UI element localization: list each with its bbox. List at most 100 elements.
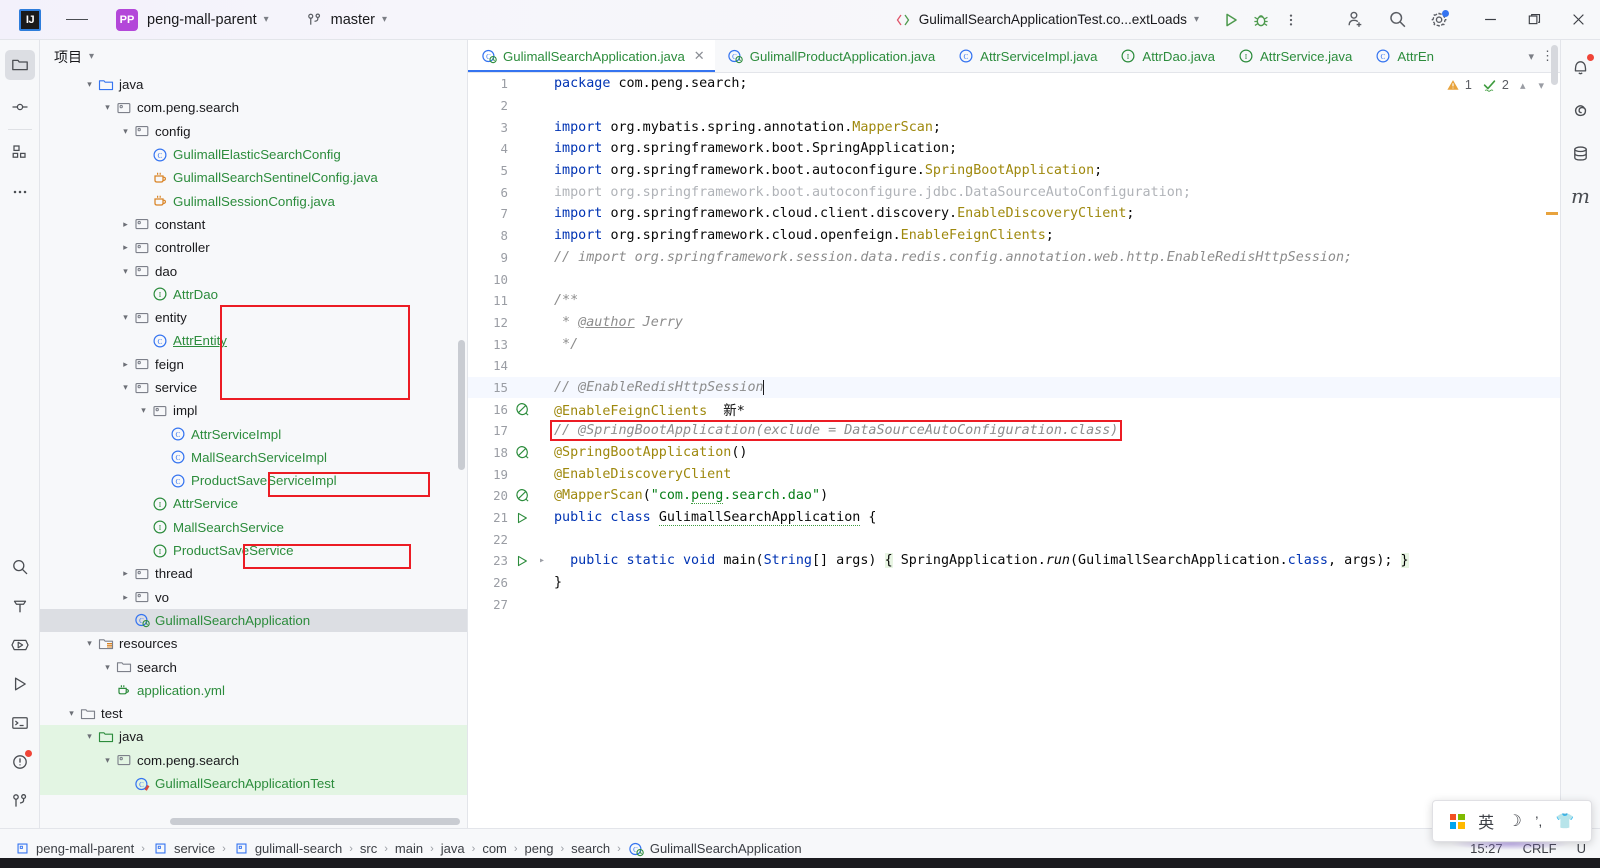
project-tree[interactable]: ▾ java ▾ com.peng.search ▾ config C GulimallEla… [40,73,467,828]
tree-node-controller[interactable]: ▸ controller [40,236,467,259]
chevron-down-icon[interactable]: ▾ [82,79,97,90]
code-line[interactable]: 20 @MapperScan("com.peng.search.dao") [468,485,1560,507]
tree-node-productsaveservice[interactable]: I ProductSaveService [40,539,467,562]
editor-tab-gulimallsearchapplication[interactable]: C GulimallSearchApplication.java ✕ [468,40,715,72]
code-line[interactable]: 16 @EnableFeignClients 新* [468,398,1560,420]
main-menu-button[interactable] [66,9,88,31]
sidebar-item-build[interactable] [5,591,35,621]
code-line[interactable]: 1 package com.peng.search; [468,73,1560,95]
code-line[interactable]: 18 @SpringBootApplication() [468,442,1560,464]
ime-mode-label[interactable]: 英 [1478,809,1494,833]
debug-button[interactable] [1246,6,1276,34]
spring-bean-gutter-icon[interactable] [515,402,530,417]
tree-node-application-yml[interactable]: application.yml [40,679,467,702]
settings-button[interactable] [1424,6,1454,34]
spring-bean-gutter-icon[interactable] [515,445,530,460]
sidebar-item-notifications[interactable] [1566,52,1596,82]
chevron-down-icon[interactable]: ▾ [89,51,94,62]
code-line[interactable]: 21 public class GulimallSearchApplication… [468,507,1560,529]
more-run-options-button[interactable] [1276,6,1306,34]
search-everywhere-button[interactable] [1382,6,1412,34]
sidebar-item-services[interactable] [5,630,35,660]
windows-logo-icon[interactable] [1449,813,1465,829]
tree-node-java[interactable]: ▾ java [40,725,467,749]
code-line[interactable]: 15 // @EnableRedisHttpSession| [468,376,1560,399]
inspections-collapse-icon[interactable]: ▴ [1520,79,1526,92]
breadcrumb-item-peng[interactable]: peng [525,841,554,856]
project-selector[interactable]: PP peng-mall-parent ▾ [110,6,275,34]
tree-node-attrdao[interactable]: I AttrDao [40,283,467,306]
chevron-right-icon[interactable]: ▸ [118,219,133,230]
chevron-down-icon[interactable]: ▾ [64,708,79,719]
editor-marker-warning[interactable] [1546,212,1558,215]
run-gutter-icon[interactable]: ▸ [515,554,545,568]
code-line[interactable]: 6 import org.springframework.boot.autocon… [468,181,1560,203]
chevron-right-icon[interactable]: ▸ [118,242,133,253]
code-line[interactable]: 26} [468,572,1560,594]
project-panel-header[interactable]: 项目 ▾ [40,40,467,73]
tree-node-entity[interactable]: ▾ entity [40,306,467,329]
tree-node-impl[interactable]: ▾ impl [40,399,467,422]
tree-node-dao[interactable]: ▾ dao [40,259,467,282]
code-line[interactable]: 4 import org.springframework.boot.SpringA… [468,138,1560,160]
chevron-right-icon[interactable]: ▸ [118,592,133,603]
run-gutter-icon[interactable] [515,511,529,525]
sidebar-item-find[interactable] [5,552,35,582]
code-line[interactable]: 10 [468,268,1560,290]
close-tab-icon[interactable]: ✕ [694,48,705,64]
tree-node-com-peng-search[interactable]: ▾ com.peng.search [40,748,467,772]
breadcrumb-item-search[interactable]: search [571,841,610,856]
breadcrumb-item-java[interactable]: java [441,841,465,856]
sidebar-item-problems[interactable] [5,747,35,777]
sidebar-item-nacos[interactable] [1566,95,1596,125]
spring-bean-gutter-icon[interactable] [515,488,530,503]
sidebar-item-structure[interactable] [5,137,35,167]
code-line[interactable]: 23 ▸ public static void main(String[] arg… [468,550,1560,572]
tree-node-gulimallelasticsearchconfig[interactable]: C GulimallElasticSearchConfig [40,143,467,166]
tree-node-java[interactable]: ▾ java [40,73,467,96]
editor-tab-attrservice[interactable]: I AttrService.java [1225,40,1362,72]
tree-node-thread[interactable]: ▸ thread [40,562,467,585]
inspections-expand-icon[interactable]: ▾ [1538,79,1544,92]
tree-node-com-peng-search[interactable]: ▾ com.peng.search [40,96,467,119]
sidebar-item-git[interactable] [5,786,35,816]
tree-node-gulimallsearchapplication[interactable]: C GulimallSearchApplication [40,608,467,633]
sidebar-item-project[interactable] [4,50,35,80]
run-button[interactable] [1216,6,1246,34]
ime-punctuation-icon[interactable]: ’, [1535,813,1542,829]
tree-node-vo[interactable]: ▸ vo [40,586,467,609]
tree-node-gulimallsearchapplicationtest[interactable]: C GulimallSearchApplicationTest [40,771,467,796]
tabs-chevron-down-icon[interactable]: ▾ [1521,50,1541,63]
ime-skin-icon[interactable]: 👕 [1556,812,1575,830]
breadcrumb-item-src[interactable]: src [360,841,377,856]
chevron-down-icon[interactable]: ▾ [100,102,115,113]
tree-node-mallsearchservice[interactable]: I MallSearchService [40,516,467,539]
tree-node-service[interactable]: ▾ service [40,376,467,399]
editor-tab-attrserviceimpl[interactable]: C AttrServiceImpl.java [945,40,1107,72]
chevron-down-icon[interactable]: ▾ [118,312,133,323]
code-line[interactable]: 22 [468,528,1560,550]
tree-node-constant[interactable]: ▸ constant [40,213,467,236]
sidebar-item-commit[interactable] [5,92,35,122]
tree-node-gulimallsearchsentinelconfig-java[interactable]: GulimallSearchSentinelConfig.java [40,166,467,189]
maximize-button[interactable] [1512,0,1556,40]
tree-node-attrservice[interactable]: I AttrService [40,492,467,515]
chevron-right-icon[interactable]: ▸ [118,568,133,579]
ime-panel[interactable]: 英 ☽ ’, 👕 [1432,800,1592,842]
breadcrumb-item-peng-mall-parent[interactable]: peng-mall-parent [14,840,134,857]
code-editor[interactable]: 1 package com.peng.search; 2 3 import org.my… [468,73,1560,828]
file-encoding[interactable]: U [1577,841,1586,856]
tree-node-test[interactable]: ▾ test [40,702,467,725]
sidebar-item-more[interactable] [5,177,35,207]
editor-scrollbar[interactable] [1551,45,1558,85]
close-button[interactable] [1556,0,1600,40]
project-tree-hscrollbar[interactable] [170,818,460,825]
sidebar-item-terminal[interactable] [5,708,35,738]
code-line[interactable]: 9 // import org.springframework.session.d… [468,247,1560,269]
breadcrumb-item-com[interactable]: com [482,841,507,856]
sidebar-item-database[interactable] [1566,138,1596,168]
sidebar-item-maven[interactable]: m [1566,181,1596,211]
chevron-down-icon[interactable]: ▾ [100,755,115,766]
minimize-button[interactable] [1468,0,1512,40]
tree-node-search[interactable]: ▾ search [40,655,467,678]
